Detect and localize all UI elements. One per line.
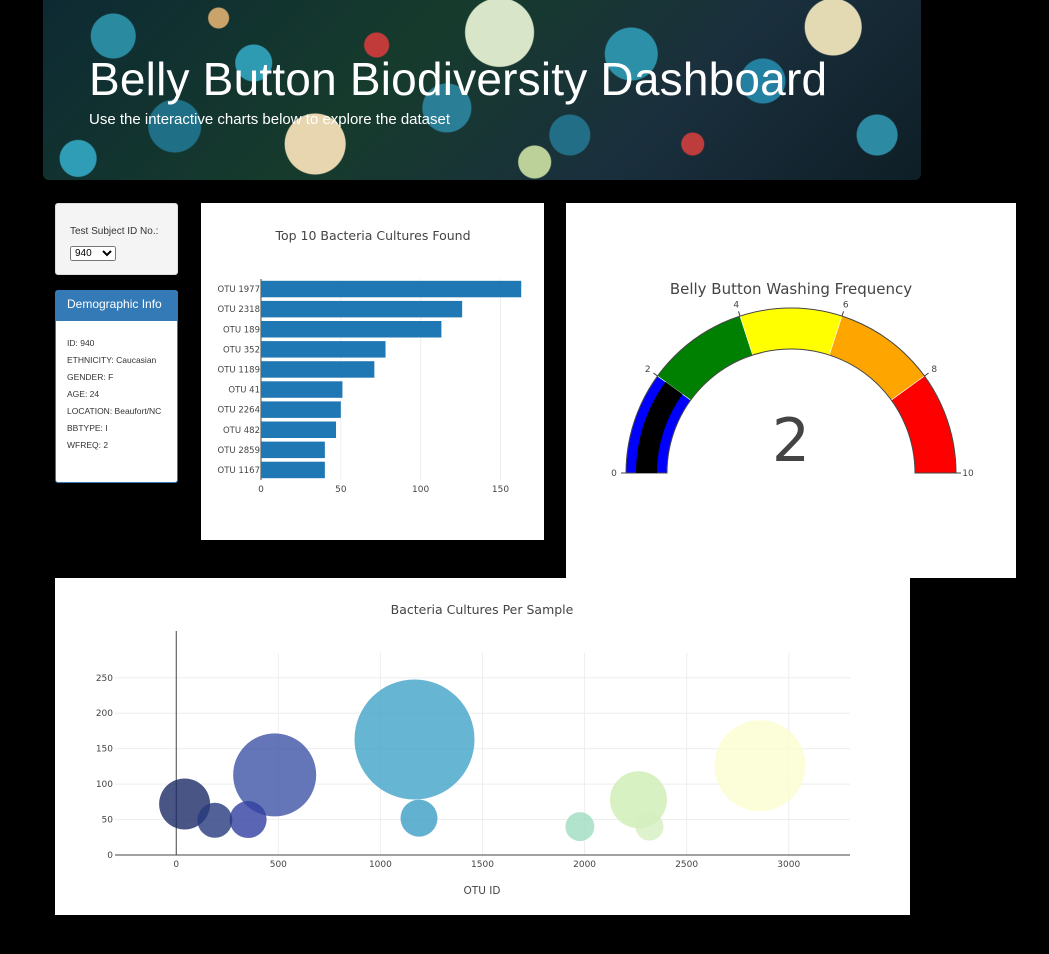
bar-y-tick-label: OTU 1189 bbox=[218, 365, 260, 375]
bar[interactable] bbox=[261, 361, 375, 378]
bubble-point[interactable] bbox=[229, 801, 267, 839]
bubble-x-tick-label: 1500 bbox=[471, 860, 494, 870]
bar[interactable] bbox=[261, 421, 337, 438]
gauge-tick bbox=[653, 372, 658, 377]
bar[interactable] bbox=[261, 300, 463, 318]
bubble-x-axis-label: OTU ID bbox=[464, 885, 501, 897]
subject-id-dropdown[interactable]: 940 bbox=[70, 246, 116, 261]
gauge-value: 2 bbox=[772, 406, 810, 476]
bar-y-tick-label: OTU 2859 bbox=[218, 446, 260, 456]
bubble-x-tick-label: 2500 bbox=[675, 860, 698, 870]
demo-wfreq: WFREQ: 2 bbox=[67, 440, 109, 450]
gauge-tick-label: 8 bbox=[931, 365, 937, 375]
bubble-x-tick-label: 500 bbox=[270, 860, 287, 870]
bubble-point[interactable] bbox=[400, 799, 438, 837]
bar-y-tick-label: OTU 2264 bbox=[218, 406, 260, 416]
demographic-info-title: Demographic Info bbox=[56, 291, 177, 321]
bar-y-tick-label: OTU 2318 bbox=[218, 305, 260, 315]
bubble-point[interactable] bbox=[565, 812, 595, 842]
demo-ethnicity: ETHNICITY: Caucasian bbox=[67, 355, 157, 365]
gauge-chart-panel: Belly Button Washing Frequency 0 2 4 6 8 10 2 bbox=[566, 203, 1016, 578]
bubble-x-tick-label: 1000 bbox=[369, 860, 392, 870]
bubble-y-tick-label: 200 bbox=[96, 709, 113, 719]
bubble-y-tick-label: 50 bbox=[102, 816, 114, 826]
bar-y-tick-label: OTU 1977 bbox=[218, 285, 260, 295]
bubble-point[interactable] bbox=[714, 720, 806, 812]
bubble-point[interactable] bbox=[354, 679, 475, 800]
bubble-point[interactable] bbox=[635, 812, 664, 841]
bar-chart-title: Top 10 Bacteria Cultures Found bbox=[274, 228, 470, 243]
bar-y-tick-label: OTU 482 bbox=[223, 426, 260, 436]
subject-selector-label: Test Subject ID No.: bbox=[70, 226, 159, 237]
gauge-tick bbox=[737, 311, 741, 317]
bar-chart[interactable]: Top 10 Bacteria Cultures Found OTU 1977 O… bbox=[201, 203, 544, 540]
bar[interactable] bbox=[261, 381, 343, 398]
bar[interactable] bbox=[261, 461, 325, 479]
page-subtitle: Use the interactive charts below to expl… bbox=[89, 111, 451, 128]
gauge-chart[interactable]: Belly Button Washing Frequency 0 2 4 6 8 10 2 bbox=[566, 203, 1016, 578]
gauge-tick bbox=[924, 372, 929, 377]
gauge-title: Belly Button Washing Frequency bbox=[670, 280, 912, 298]
bar-y-tick-label: OTU 1167 bbox=[218, 466, 260, 476]
bar[interactable] bbox=[261, 321, 442, 338]
demo-age: AGE: 24 bbox=[67, 389, 100, 399]
gauge-step-arc bbox=[739, 307, 843, 356]
bar-x-tick-label: 0 bbox=[258, 485, 264, 495]
bar-x-tick-label: 50 bbox=[335, 485, 347, 495]
demo-location: LOCATION: Beaufort/NC bbox=[67, 406, 162, 416]
bar-y-tick-label: OTU 189 bbox=[223, 325, 260, 335]
bubble-point[interactable] bbox=[197, 802, 233, 838]
header-banner: Belly Button Biodiversity Dashboard Use … bbox=[43, 0, 921, 180]
bubble-chart-title: Bacteria Cultures Per Sample bbox=[391, 602, 574, 617]
bar[interactable] bbox=[261, 441, 325, 459]
bubble-x-tick-label: 3000 bbox=[777, 860, 800, 870]
gauge-tick-label: 2 bbox=[645, 365, 651, 375]
bubble-x-tick-label: 0 bbox=[173, 860, 179, 870]
bubble-chart[interactable]: Bacteria Cultures Per Sample 0 500 1000 150… bbox=[55, 578, 910, 915]
demo-gender: GENDER: F bbox=[67, 372, 114, 382]
bar-y-tick-label: OTU 41 bbox=[228, 386, 260, 396]
bubble-x-tick-label: 2000 bbox=[573, 860, 596, 870]
demographic-info-panel: Demographic Info ID: 940 ETHNICITY: Cauc… bbox=[55, 290, 178, 483]
bar[interactable] bbox=[261, 341, 386, 358]
bubble-y-tick-label: 250 bbox=[96, 674, 113, 684]
bar-y-tick-label: OTU 352 bbox=[223, 345, 260, 355]
demo-bbtype: BBTYPE: I bbox=[67, 423, 108, 433]
bar-chart-panel: Top 10 Bacteria Cultures Found OTU 1977 O… bbox=[201, 203, 544, 540]
demographic-info-body: ID: 940 ETHNICITY: Caucasian GENDER: F A… bbox=[56, 321, 177, 450]
demo-id: ID: 940 bbox=[67, 338, 95, 348]
page-title: Belly Button Biodiversity Dashboard bbox=[89, 53, 828, 105]
gauge-tick-label: 4 bbox=[733, 301, 739, 311]
bar[interactable] bbox=[261, 280, 522, 298]
subject-selector-panel: Test Subject ID No.: 940 bbox=[55, 203, 178, 275]
gauge-tick bbox=[841, 311, 845, 317]
gauge-tick-label: 10 bbox=[962, 469, 974, 479]
bar-x-tick-label: 150 bbox=[492, 485, 509, 495]
bubble-y-tick-label: 150 bbox=[96, 745, 113, 755]
bubble-y-tick-label: 100 bbox=[96, 780, 113, 790]
bar[interactable] bbox=[261, 401, 341, 418]
bubble-chart-panel: Bacteria Cultures Per Sample 0 500 1000 150… bbox=[55, 578, 910, 915]
bar-x-tick-label: 100 bbox=[412, 485, 429, 495]
gauge-tick-label: 6 bbox=[843, 301, 849, 311]
gauge-tick-label: 0 bbox=[611, 469, 617, 479]
bubble-y-tick-label: 0 bbox=[107, 851, 113, 861]
